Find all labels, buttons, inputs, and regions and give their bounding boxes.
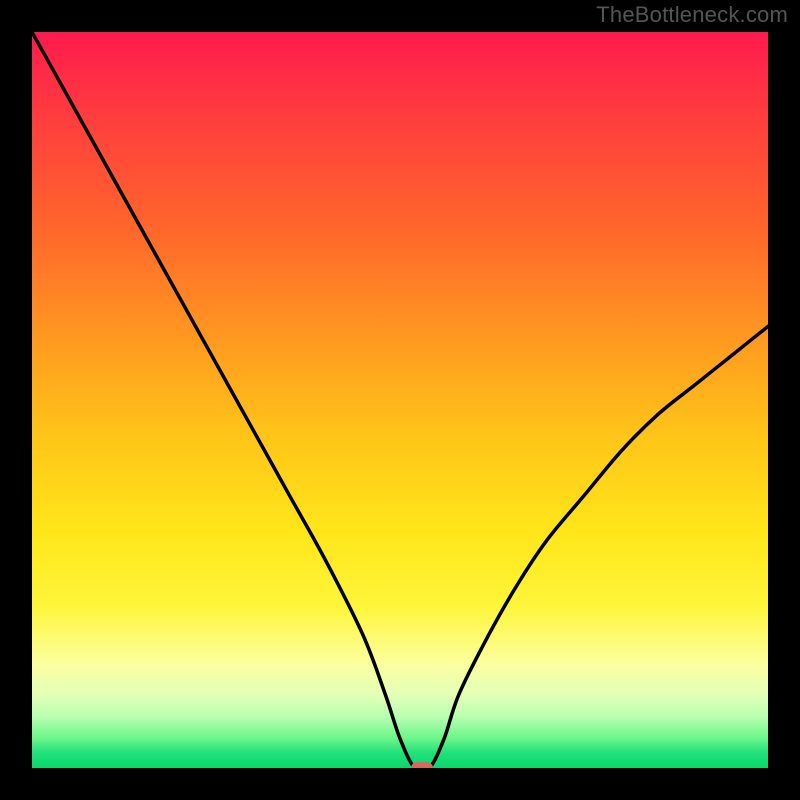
watermark-text: TheBottleneck.com bbox=[596, 2, 788, 28]
bottleneck-curve bbox=[32, 32, 768, 768]
chart-frame: TheBottleneck.com bbox=[0, 0, 800, 800]
plot-area bbox=[32, 32, 768, 768]
min-marker bbox=[411, 762, 433, 768]
